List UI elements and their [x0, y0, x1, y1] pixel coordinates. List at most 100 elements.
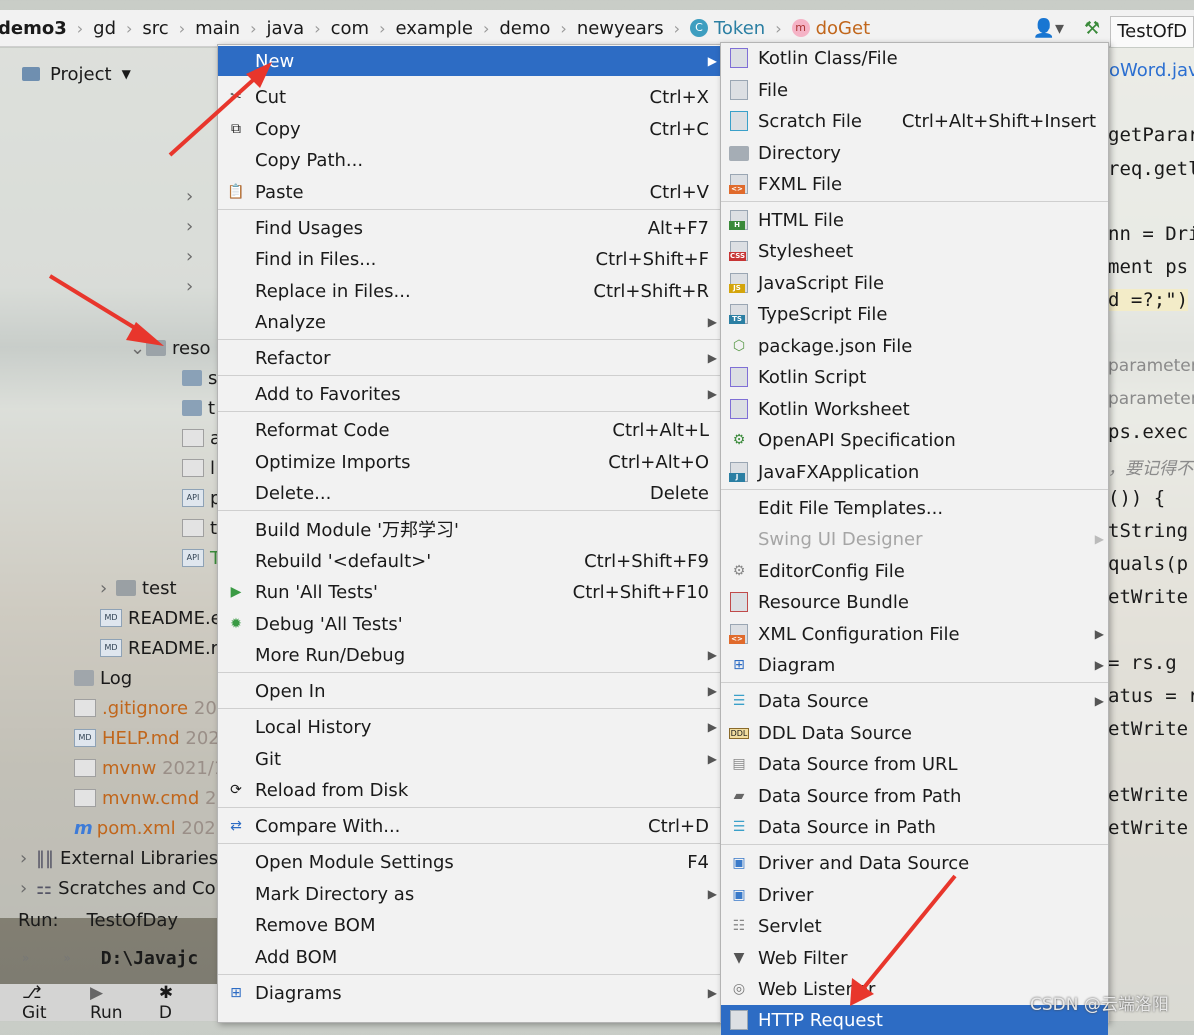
tree-row[interactable]: API p — [182, 484, 221, 512]
menu-item-new[interactable]: New ▶ — [218, 46, 721, 76]
menu-item-data-source[interactable]: ☰ Data Source ▶ — [721, 686, 1108, 716]
tree-row-help[interactable]: MD HELP.md 202 — [74, 724, 220, 752]
tree-row[interactable]: t — [182, 514, 217, 542]
menu-item-edit-file-templates[interactable]: Edit File Templates... — [721, 493, 1108, 523]
menu-item-reformat-code[interactable]: Reformat Code Ctrl+Alt+L — [218, 415, 721, 445]
project-view-selector[interactable]: Project ▼ — [0, 56, 131, 92]
menu-item-find-in-files[interactable]: Find in Files... Ctrl+Shift+F — [218, 244, 721, 274]
tree-row[interactable]: t — [182, 394, 215, 422]
tree-row-readme[interactable]: MD README.e — [100, 604, 222, 632]
menu-item-html-file[interactable]: H HTML File — [721, 205, 1108, 235]
double-chevron-icon[interactable]: » — [22, 951, 29, 965]
tree-row[interactable]: API T — [182, 544, 221, 572]
tree-row-mvnw[interactable]: mvnw 2021/1 — [74, 754, 225, 782]
tree-row-resources[interactable]: ⌄ reso — [130, 334, 210, 362]
run-tool-button[interactable]: ▶ Run — [90, 983, 141, 1023]
menu-item-add-to-favorites[interactable]: Add to Favorites ▶ — [218, 379, 721, 409]
menu-item-kotlin-class-file[interactable]: Kotlin Class/File — [721, 43, 1108, 73]
menu-item-openapi-specification[interactable]: ⚙ OpenAPI Specification — [721, 425, 1108, 455]
tree-row-external-libraries[interactable]: › ‖‖ External Libraries — [20, 844, 218, 872]
menu-item-file[interactable]: File — [721, 75, 1108, 105]
menu-item-delete[interactable]: Delete... Delete — [218, 478, 721, 508]
menu-item-optimize-imports[interactable]: Optimize Imports Ctrl+Alt+O — [218, 447, 721, 477]
menu-item-ddl-data-source[interactable]: DDL DDL Data Source — [721, 718, 1108, 748]
breadcrumb-main[interactable]: main — [191, 18, 244, 39]
menu-item-local-history[interactable]: Local History ▶ — [218, 712, 721, 742]
code-editor[interactable]: loWord.jav getParar req.getl nn = Dri me… — [1106, 48, 1194, 1021]
menu-item-package-json-file[interactable]: ⬡ package.json File — [721, 331, 1108, 361]
menu-item-resource-bundle[interactable]: Resource Bundle — [721, 587, 1108, 617]
menu-item-diagrams[interactable]: ⊞ Diagrams ▶ — [218, 978, 721, 1008]
tab-testofday[interactable]: TestOfD — [1110, 15, 1194, 47]
menu-item-paste[interactable]: 📋 Paste Ctrl+V — [218, 177, 721, 207]
menu-item-open-module-settings[interactable]: Open Module Settings F4 — [218, 847, 721, 877]
tree-row-scratches[interactable]: › ⚏ Scratches and Co — [20, 874, 216, 902]
breadcrumb-doget[interactable]: m doGet — [788, 18, 875, 39]
menu-item-add-bom[interactable]: Add BOM — [218, 942, 721, 972]
editor-tab[interactable]: loWord.jav — [1106, 60, 1194, 81]
breadcrumb-newyears[interactable]: newyears — [573, 18, 668, 39]
run-config-tab[interactable]: TestOfDay — [87, 910, 179, 931]
double-chevron-icon[interactable]: » — [63, 951, 70, 965]
tree-row[interactable]: › — [186, 182, 202, 210]
breadcrumb-gd[interactable]: gd — [89, 18, 120, 39]
menu-item-analyze[interactable]: Analyze ▶ — [218, 307, 721, 337]
tree-row[interactable]: › — [186, 272, 202, 300]
menu-item-directory[interactable]: Directory — [721, 138, 1108, 168]
menu-item-copy[interactable]: ⧉ Copy Ctrl+C — [218, 114, 721, 144]
menu-item-diagram[interactable]: ⊞ Diagram ▶ — [721, 650, 1108, 680]
tree-row-readme[interactable]: MD README.r — [100, 634, 218, 662]
breadcrumb-demo[interactable]: demo — [495, 18, 554, 39]
menu-item-swing-ui-designer[interactable]: Swing UI Designer ▶ — [721, 524, 1108, 554]
menu-item-data-source-from-url[interactable]: ▤ Data Source from URL — [721, 749, 1108, 779]
menu-item-typescript-file[interactable]: TS TypeScript File — [721, 299, 1108, 329]
menu-item-kotlin-worksheet[interactable]: Kotlin Worksheet — [721, 394, 1108, 424]
menu-item-debug-all-tests[interactable]: ✹ Debug 'All Tests' — [218, 609, 721, 639]
menu-item-data-source-in-path[interactable]: ☰ Data Source in Path — [721, 812, 1108, 842]
menu-item-copy-path[interactable]: Copy Path... — [218, 145, 721, 175]
menu-item-fxml-file[interactable]: <> FXML File — [721, 169, 1108, 199]
menu-item-open-in[interactable]: Open In ▶ — [218, 676, 721, 706]
menu-item-kotlin-script[interactable]: Kotlin Script — [721, 362, 1108, 392]
user-icon[interactable]: 👤▾ — [1023, 18, 1074, 39]
menu-item-compare-with[interactable]: ⇄ Compare With... Ctrl+D — [218, 811, 721, 841]
menu-item-git[interactable]: Git ▶ — [218, 744, 721, 774]
debug-tool-button[interactable]: ✱ D — [159, 983, 199, 1023]
menu-item-servlet[interactable]: ☷ Servlet — [721, 911, 1108, 941]
menu-item-xml-configuration-file[interactable]: <> XML Configuration File ▶ — [721, 619, 1108, 649]
menu-item-web-filter[interactable]: ▼ Web Filter — [721, 943, 1108, 973]
menu-item-driver-and-data-source[interactable]: ▣ Driver and Data Source — [721, 848, 1108, 878]
breadcrumb-com[interactable]: com — [327, 18, 373, 39]
menu-item-driver[interactable]: ▣ Driver — [721, 880, 1108, 910]
tree-row-log[interactable]: Log — [74, 664, 132, 692]
menu-item-javascript-file[interactable]: JS JavaScript File — [721, 268, 1108, 298]
menu-item-javafx-application[interactable]: J JavaFXApplication — [721, 457, 1108, 487]
menu-item-scratch-file[interactable]: Scratch File Ctrl+Alt+Shift+Insert — [721, 106, 1108, 136]
tree-row-test[interactable]: › test — [100, 574, 177, 602]
menu-item-more-run-debug[interactable]: More Run/Debug ▶ — [218, 640, 721, 670]
menu-item-find-usages[interactable]: Find Usages Alt+F7 — [218, 213, 721, 243]
menu-item-cut[interactable]: ✂ Cut Ctrl+X — [218, 82, 721, 112]
tree-row[interactable]: › — [186, 242, 202, 270]
menu-item-reload-from-disk[interactable]: ⟳ Reload from Disk — [218, 775, 721, 805]
menu-item-mark-directory-as[interactable]: Mark Directory as ▶ — [218, 879, 721, 909]
tree-row[interactable]: l — [182, 454, 215, 482]
breadcrumb-java[interactable]: java — [263, 18, 309, 39]
menu-item-remove-bom[interactable]: Remove BOM — [218, 910, 721, 940]
breadcrumb-token[interactable]: C Token — [686, 18, 769, 39]
menu-item-build-module[interactable]: Build Module '万邦学习' — [218, 514, 721, 544]
build-hammer-icon[interactable]: ⚒ — [1074, 18, 1110, 39]
menu-item-stylesheet[interactable]: CSS Stylesheet — [721, 236, 1108, 266]
breadcrumb-src[interactable]: src — [138, 18, 172, 39]
menu-item-refactor[interactable]: Refactor ▶ — [218, 343, 721, 373]
breadcrumb-example[interactable]: example — [391, 18, 476, 39]
menu-item-editorconfig-file[interactable]: ⚙ EditorConfig File — [721, 556, 1108, 586]
menu-item-rebuild[interactable]: Rebuild '<default>' Ctrl+Shift+F9 — [218, 546, 721, 576]
git-tool-button[interactable]: ⎇ Git — [22, 983, 72, 1023]
tree-row[interactable]: a — [182, 424, 221, 452]
tree-row[interactable]: s — [182, 364, 217, 392]
tree-row-mvnw-cmd[interactable]: mvnw.cmd 2( — [74, 784, 223, 812]
tree-row[interactable]: › — [186, 212, 202, 240]
tree-row-pom[interactable]: m pom.xml 202 — [74, 814, 216, 842]
menu-item-data-source-from-path[interactable]: ▰ Data Source from Path — [721, 781, 1108, 811]
